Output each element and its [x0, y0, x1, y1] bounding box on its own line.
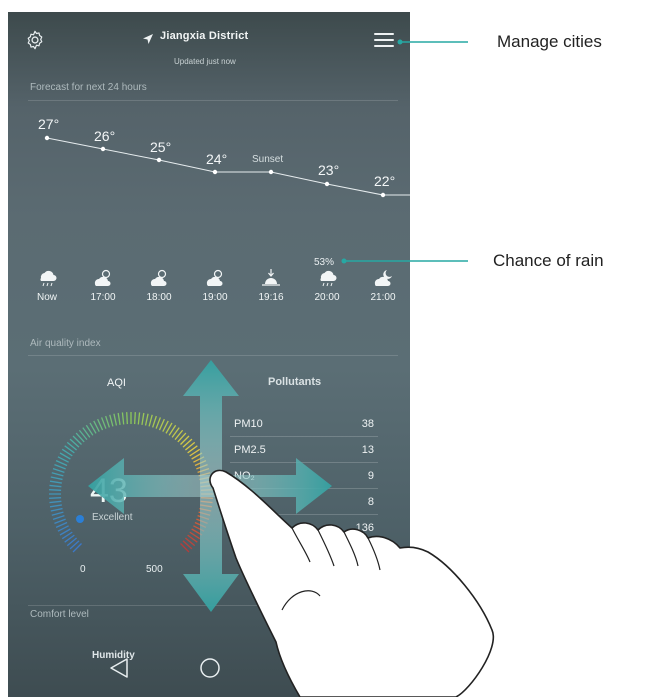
pollutant-value: 13	[361, 444, 374, 456]
gauge-tick	[54, 518, 66, 524]
gauge-tick	[109, 414, 114, 427]
gauge-tick	[49, 497, 62, 499]
pollutant-name: CO	[234, 548, 251, 560]
gauge-tick	[200, 489, 213, 491]
gauge-tick	[197, 515, 210, 520]
gauge-tick	[105, 415, 110, 428]
gauge-tick	[200, 484, 213, 488]
row-divider	[230, 540, 378, 541]
gauge-tick	[51, 472, 64, 477]
divider	[28, 605, 398, 606]
pollutant-name: O	[234, 522, 243, 534]
gauge-tick	[54, 464, 66, 470]
gauge-tick	[117, 412, 121, 425]
gauge-tick	[52, 468, 65, 473]
gauge-min-label: 0	[80, 564, 86, 575]
pollutant-name: PM2.5	[234, 444, 266, 456]
gauge-tick	[196, 464, 208, 470]
gauge-tick	[155, 417, 161, 429]
gauge-tick	[152, 415, 157, 428]
gauge-tick	[198, 472, 211, 477]
aqi-value: 43	[90, 472, 128, 510]
row-divider	[230, 436, 378, 437]
pollutant-value: 9	[367, 470, 374, 482]
pollutant-name: PM10	[234, 418, 263, 430]
aqi-gauge	[49, 412, 213, 553]
manage-cities-callout: Manage cities	[497, 32, 602, 51]
gauge-tick	[198, 511, 211, 516]
gauge-tick	[199, 476, 212, 481]
pollutant-value: 136	[355, 522, 374, 534]
gauge-tick	[49, 480, 62, 484]
navigation-bar	[110, 658, 308, 678]
gauge-tick	[126, 412, 128, 425]
gauge-tick	[197, 468, 210, 473]
gauge-tick	[55, 460, 68, 467]
row-divider	[230, 462, 378, 463]
gauge-tick	[49, 489, 62, 491]
gauge-tick	[113, 413, 118, 426]
gauge-tick	[137, 412, 141, 425]
gauge-tick	[194, 460, 207, 467]
recent-square-icon	[290, 659, 308, 677]
aqi-status: Excellent	[92, 512, 133, 523]
gauge-max-label: 500	[146, 564, 163, 575]
gauge-tick	[97, 418, 104, 431]
gauge-tick	[194, 521, 207, 528]
gauge-tick	[196, 518, 208, 524]
gauge-tick	[101, 417, 107, 429]
back-triangle-icon	[110, 658, 128, 678]
gauge-tick	[50, 476, 63, 481]
pollutant-name: NO₂	[234, 470, 255, 482]
comfort-title: Comfort level	[30, 609, 89, 620]
gauge-tick	[144, 413, 149, 426]
phone-screen: Jiangxia District Updated just now Forec…	[8, 12, 410, 697]
status-dot	[76, 515, 84, 523]
gauge-tick	[200, 480, 213, 484]
home-circle-icon	[200, 658, 220, 678]
gauge-tick	[121, 412, 125, 425]
gauge-tick	[55, 521, 68, 528]
gauge-tick	[49, 504, 62, 508]
gauge-tick	[49, 484, 62, 488]
gauge-tick	[51, 511, 64, 516]
row-divider	[230, 488, 378, 489]
pollutant-value: 8	[367, 496, 374, 508]
gauge-tick	[200, 504, 213, 508]
row-divider	[230, 514, 378, 515]
gauge-tick	[158, 418, 165, 431]
gauge-tick	[141, 412, 145, 425]
chance-of-rain-callout: Chance of rain	[493, 251, 604, 270]
gauge-tick	[134, 412, 136, 425]
gauge-tick	[200, 497, 213, 499]
gauge-tick	[50, 507, 63, 512]
gauge-tick	[199, 507, 212, 512]
gauge-tick	[148, 414, 153, 427]
gauge-tick	[49, 500, 62, 504]
gauge-tick	[52, 515, 65, 520]
gauge-tick	[200, 500, 213, 504]
pollutant-value: 38	[361, 418, 374, 430]
